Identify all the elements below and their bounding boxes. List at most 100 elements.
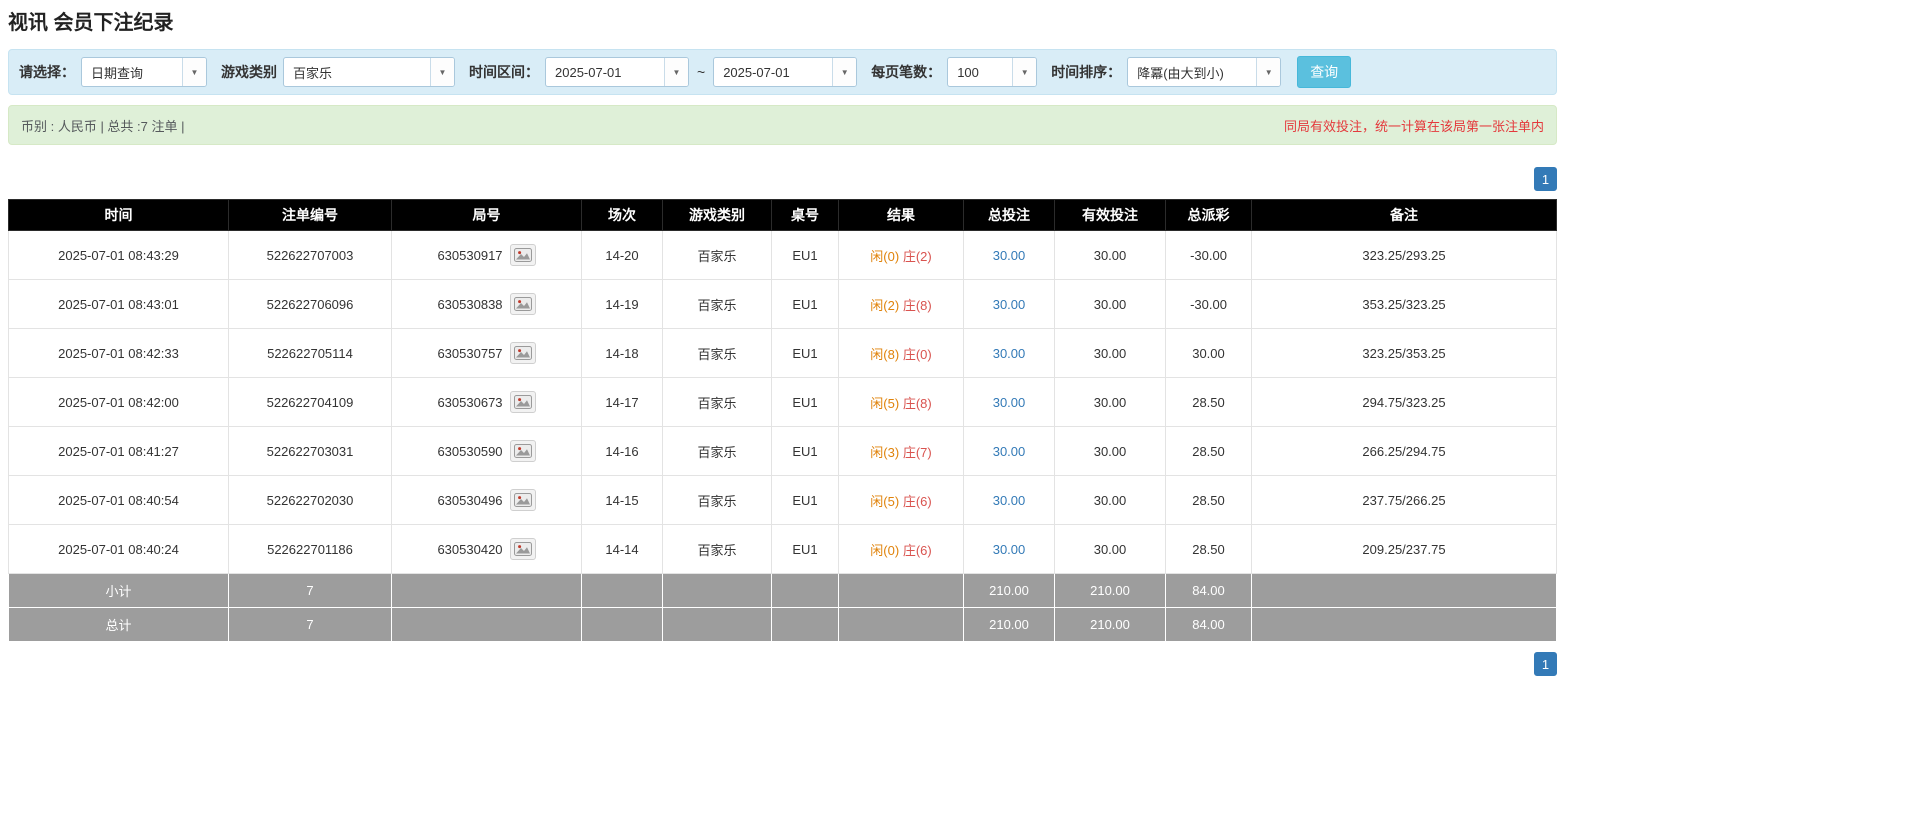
replay-button[interactable] [510, 538, 536, 560]
chevron-down-icon[interactable]: ▼ [182, 58, 206, 86]
date-to-select[interactable]: 2025-07-01 ▼ [713, 57, 857, 87]
page-button-1[interactable]: 1 [1534, 652, 1557, 676]
grand-total-label: 总计 [9, 608, 229, 642]
round-cell: 630530838 [392, 280, 582, 329]
search-button[interactable]: 查询 [1297, 56, 1351, 88]
table-no-cell: EU1 [772, 231, 839, 280]
game-type-cell: 百家乐 [663, 329, 772, 378]
game-type-cell: 百家乐 [663, 427, 772, 476]
player-result: 闲(5) [870, 494, 899, 509]
grand-total-payout: 84.00 [1166, 608, 1252, 642]
banker-result: 庄(6) [903, 494, 932, 509]
result-cell: 闲(0) 庄(6) [839, 525, 964, 574]
replay-button[interactable] [510, 244, 536, 266]
replay-button[interactable] [510, 489, 536, 511]
note-cell: 237.75/266.25 [1252, 476, 1557, 525]
total-bet-link[interactable]: 30.00 [993, 493, 1026, 508]
session-cell: 14-14 [582, 525, 663, 574]
total-bet-cell: 30.00 [964, 280, 1055, 329]
total-bet-cell: 30.00 [964, 378, 1055, 427]
replay-icon [514, 444, 532, 458]
round-id: 630530590 [437, 444, 502, 459]
time-cell: 2025-07-01 08:40:24 [9, 525, 229, 574]
time-cell: 2025-07-01 08:40:54 [9, 476, 229, 525]
game-type-select[interactable]: 百家乐 ▼ [283, 57, 455, 87]
total-bet-link[interactable]: 30.00 [993, 346, 1026, 361]
result-cell: 闲(0) 庄(2) [839, 231, 964, 280]
query-type-value: 日期查询 [82, 58, 182, 86]
table-no-cell: EU1 [772, 280, 839, 329]
payout-cell: 28.50 [1166, 378, 1252, 427]
table-row: 2025-07-01 08:42:00 522622704109 6305306… [9, 378, 1557, 427]
round-id: 630530673 [437, 395, 502, 410]
chevron-down-icon[interactable]: ▼ [1012, 58, 1036, 86]
col-time: 时间 [9, 200, 229, 231]
session-cell: 14-18 [582, 329, 663, 378]
player-result: 闲(0) [870, 249, 899, 264]
total-bet-link[interactable]: 30.00 [993, 542, 1026, 557]
note-cell: 266.25/294.75 [1252, 427, 1557, 476]
banker-result: 庄(7) [903, 445, 932, 460]
replay-icon [514, 346, 532, 360]
valid-bet-cell: 30.00 [1055, 329, 1166, 378]
result-cell: 闲(5) 庄(8) [839, 378, 964, 427]
pagination-bottom: 1 [8, 652, 1557, 676]
banker-result: 庄(8) [903, 396, 932, 411]
col-session: 场次 [582, 200, 663, 231]
total-bet-link[interactable]: 30.00 [993, 395, 1026, 410]
select-type-label: 请选择： [19, 62, 75, 82]
replay-button[interactable] [510, 342, 536, 364]
round-id: 630530917 [437, 248, 502, 263]
session-cell: 14-19 [582, 280, 663, 329]
replay-icon [514, 542, 532, 556]
payout-cell: 30.00 [1166, 329, 1252, 378]
table-header-row: 时间 注单编号 局号 场次 游戏类别 桌号 结果 总投注 有效投注 总派彩 备注 [9, 200, 1557, 231]
round-cell: 630530590 [392, 427, 582, 476]
total-bet-link[interactable]: 30.00 [993, 444, 1026, 459]
col-game-type: 游戏类别 [663, 200, 772, 231]
valid-bet-cell: 30.00 [1055, 476, 1166, 525]
bet-id-cell: 522622703031 [229, 427, 392, 476]
col-result: 结果 [839, 200, 964, 231]
replay-button[interactable] [510, 293, 536, 315]
chevron-down-icon[interactable]: ▼ [430, 58, 454, 86]
game-type-cell: 百家乐 [663, 280, 772, 329]
col-total-bet: 总投注 [964, 200, 1055, 231]
banker-result: 庄(8) [903, 298, 932, 313]
chevron-down-icon[interactable]: ▼ [664, 58, 688, 86]
table-row: 2025-07-01 08:43:29 522622707003 6305309… [9, 231, 1557, 280]
round-cell: 630530757 [392, 329, 582, 378]
payout-cell: 28.50 [1166, 476, 1252, 525]
replay-icon [514, 395, 532, 409]
replay-button[interactable] [510, 391, 536, 413]
total-bet-link[interactable]: 30.00 [993, 297, 1026, 312]
session-cell: 14-17 [582, 378, 663, 427]
time-sort-select[interactable]: 降冪(由大到小) ▼ [1127, 57, 1281, 87]
filter-bar: 请选择： 日期查询 ▼ 游戏类别 百家乐 ▼ 时间区间： 2025-07-01 … [8, 49, 1557, 95]
replay-button[interactable] [510, 440, 536, 462]
per-page-value: 100 [948, 58, 1012, 86]
table-no-cell: EU1 [772, 329, 839, 378]
total-bet-link[interactable]: 30.00 [993, 248, 1026, 263]
query-type-select[interactable]: 日期查询 ▼ [81, 57, 207, 87]
time-cell: 2025-07-01 08:42:00 [9, 378, 229, 427]
date-separator: ~ [695, 64, 707, 80]
player-result: 闲(3) [870, 445, 899, 460]
col-round-id: 局号 [392, 200, 582, 231]
result-cell: 闲(3) 庄(7) [839, 427, 964, 476]
subtotal-payout: 84.00 [1166, 574, 1252, 608]
grand-total-valid-bet: 210.00 [1055, 608, 1166, 642]
page-button-1[interactable]: 1 [1534, 167, 1557, 191]
bet-id-cell: 522622707003 [229, 231, 392, 280]
valid-bet-cell: 30.00 [1055, 378, 1166, 427]
date-from-select[interactable]: 2025-07-01 ▼ [545, 57, 689, 87]
bet-id-cell: 522622706096 [229, 280, 392, 329]
valid-bet-cell: 30.00 [1055, 280, 1166, 329]
col-valid-bet: 有效投注 [1055, 200, 1166, 231]
chevron-down-icon[interactable]: ▼ [832, 58, 856, 86]
game-type-cell: 百家乐 [663, 476, 772, 525]
per-page-select[interactable]: 100 ▼ [947, 57, 1037, 87]
banker-result: 庄(0) [903, 347, 932, 362]
bets-table: 时间 注单编号 局号 场次 游戏类别 桌号 结果 总投注 有效投注 总派彩 备注… [8, 199, 1557, 642]
chevron-down-icon[interactable]: ▼ [1256, 58, 1280, 86]
